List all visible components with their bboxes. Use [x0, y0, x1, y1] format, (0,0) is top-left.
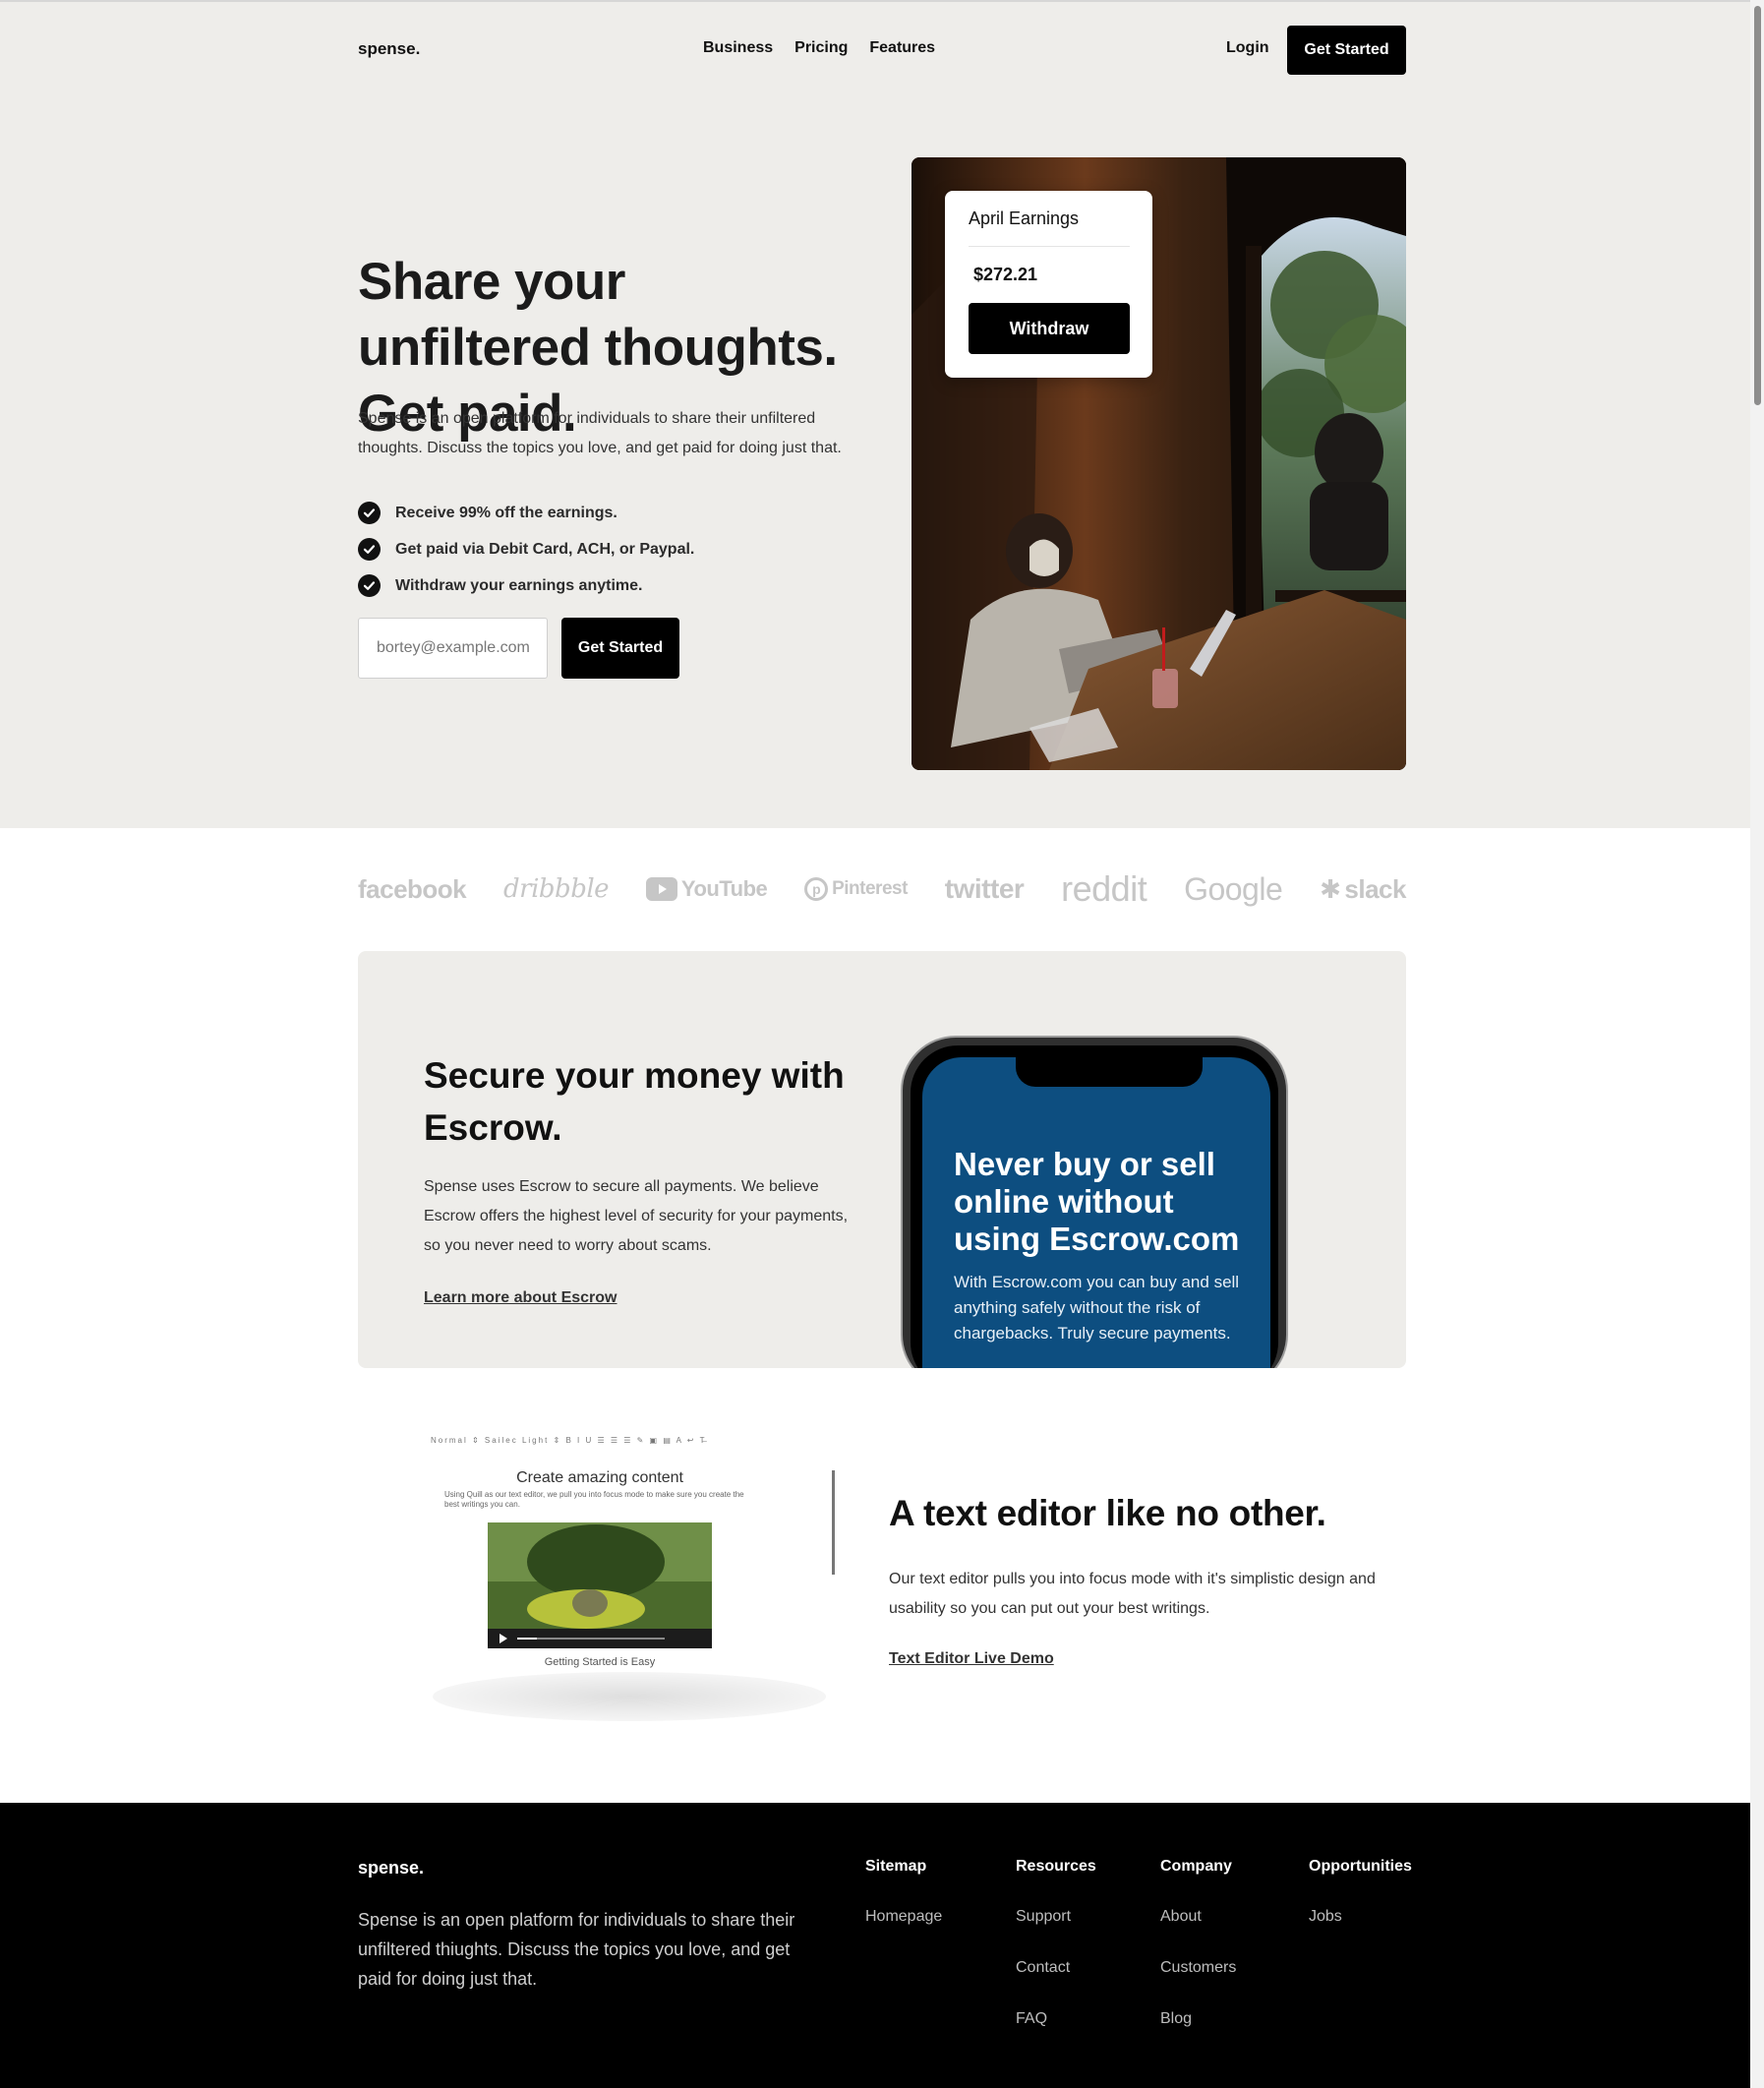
- pinterest-logo: p Pinterest: [804, 877, 908, 901]
- nav-get-started-button[interactable]: Get Started: [1287, 26, 1406, 75]
- feature-item: Withdraw your earnings anytime.: [358, 567, 694, 604]
- scrollbar-thumb[interactable]: [1754, 6, 1761, 405]
- footer-column-opportunities: Opportunities Jobs: [1309, 1858, 1412, 1958]
- divider: [969, 246, 1130, 247]
- editor-preview-caption: Getting Started is Easy: [544, 1656, 656, 1668]
- phone-body-text: With Escrow.com you can buy and sell any…: [954, 1273, 1240, 1342]
- twitter-logo: twitter: [945, 873, 1025, 905]
- feature-text: Get paid via Debit Card, ACH, or Paypal.: [395, 540, 695, 558]
- phone-screen: Never buy or sell online without using E…: [922, 1057, 1270, 1368]
- footer-link-faq[interactable]: FAQ: [1016, 2009, 1096, 2029]
- earnings-title: April Earnings: [969, 209, 1080, 228]
- editor-preview-heading: Create amazing content: [516, 1469, 683, 1486]
- footer-column-resources: Resources Support Contact FAQ: [1016, 1858, 1096, 2060]
- youtube-logo-text: YouTube: [680, 876, 768, 901]
- footer-link-jobs[interactable]: Jobs: [1309, 1907, 1412, 1927]
- text-cursor: [832, 1470, 835, 1575]
- reddit-logo: reddit: [1061, 868, 1147, 910]
- check-circle-icon: [358, 538, 381, 561]
- footer: spense. Spense is an open platform for i…: [0, 1803, 1750, 2088]
- footer-column-title: Resources: [1016, 1858, 1096, 1875]
- video-scene: [488, 1522, 712, 1648]
- footer-link-blog[interactable]: Blog: [1160, 2009, 1236, 2029]
- editor-video-thumbnail: [488, 1522, 712, 1648]
- youtube-logo: YouTube: [645, 876, 768, 902]
- footer-link-customers[interactable]: Customers: [1160, 1958, 1236, 1978]
- escrow-section: Secure your money with Escrow. Spense us…: [358, 951, 1406, 1368]
- check-circle-icon: [358, 574, 381, 597]
- feature-item: Receive 99% off the earnings.: [358, 495, 694, 531]
- facebook-logo: facebook: [358, 873, 467, 905]
- nav-link-business[interactable]: Business: [703, 39, 773, 57]
- page-scrollbar[interactable]: [1750, 0, 1764, 2088]
- hero-get-started-button[interactable]: Get Started: [561, 618, 679, 679]
- footer-link-contact[interactable]: Contact: [1016, 1958, 1096, 1978]
- text-editor-title: A text editor like no other.: [889, 1493, 1326, 1533]
- feature-list: Receive 99% off the earnings. Get paid v…: [358, 495, 694, 604]
- editor-preview-subtext: Using Quill as our text editor, we pull …: [444, 1490, 744, 1509]
- check-circle-icon: [358, 502, 381, 524]
- escrow-title: Secure your money with Escrow.: [424, 1055, 845, 1148]
- pinterest-icon: p: [804, 877, 829, 901]
- phone-headline: Never buy or sell online without using E…: [954, 1146, 1240, 1257]
- feature-text: Receive 99% off the earnings.: [395, 504, 617, 521]
- slack-logo: ✱ slack: [1320, 874, 1406, 905]
- escrow-description: Spense uses Escrow to secure all payment…: [424, 1178, 849, 1254]
- slack-icon: ✱: [1320, 873, 1341, 904]
- reddit-logo-text: reddit: [1061, 868, 1147, 909]
- login-link[interactable]: Login: [1226, 39, 1269, 57]
- footer-column-company: Company About Customers Blog: [1160, 1858, 1236, 2060]
- earnings-card: April Earnings $272.21 Withdraw: [945, 191, 1152, 378]
- text-editor-demo-link[interactable]: Text Editor Live Demo: [889, 1650, 1054, 1668]
- learn-more-escrow-link[interactable]: Learn more about Escrow: [424, 1289, 617, 1307]
- earnings-amount: $272.21: [973, 265, 1038, 284]
- editor-preview: Normal ⇕ Sailec Light ⇕ B I U ☰ ☰ ☰ ✎ ▣ …: [423, 1432, 836, 1690]
- footer-link-support[interactable]: Support: [1016, 1907, 1096, 1927]
- page: spense. Business Pricing Features Login …: [0, 0, 1764, 2088]
- pinterest-logo-text: Pinterest: [832, 878, 908, 899]
- slack-logo-text: slack: [1344, 873, 1406, 904]
- nav-link-features[interactable]: Features: [869, 39, 935, 57]
- top-nav: spense. Business Pricing Features Login …: [358, 26, 1406, 75]
- hero-description: Spense is an open platform for individua…: [358, 410, 842, 456]
- facebook-logo-text: facebook: [358, 873, 467, 904]
- footer-description: Spense is an open platform for individua…: [358, 1910, 795, 1989]
- footer-link-homepage[interactable]: Homepage: [865, 1907, 942, 1927]
- nav-links: Business Pricing Features: [703, 39, 935, 57]
- text-editor-description: Our text editor pulls you into focus mod…: [889, 1571, 1376, 1617]
- dribbble-logo: dribbble: [503, 874, 610, 904]
- footer-column-title: Company: [1160, 1858, 1232, 1875]
- editor-toolbar: Normal ⇕ Sailec Light ⇕ B I U ☰ ☰ ☰ ✎ ▣ …: [431, 1436, 707, 1445]
- email-input[interactable]: [358, 618, 548, 679]
- dribbble-logo-text: dribbble: [503, 874, 610, 904]
- feature-text: Withdraw your earnings anytime.: [395, 576, 643, 594]
- google-logo: Google: [1184, 870, 1283, 908]
- play-icon: [645, 877, 677, 901]
- phone-mockup: Never buy or sell online without using E…: [901, 1036, 1288, 1368]
- footer-column-sitemap: Sitemap Homepage: [865, 1858, 942, 1958]
- footer-column-title: Opportunities: [1309, 1858, 1412, 1875]
- phone-notch: [1016, 1057, 1203, 1087]
- footer-link-about[interactable]: About: [1160, 1907, 1236, 1927]
- feature-item: Get paid via Debit Card, ACH, or Paypal.: [358, 531, 694, 567]
- footer-column-title: Sitemap: [865, 1858, 927, 1875]
- hero-section: [0, 0, 1750, 828]
- footer-logo[interactable]: spense.: [358, 1858, 424, 1879]
- google-logo-text: Google: [1184, 870, 1283, 907]
- logo[interactable]: spense.: [358, 39, 420, 59]
- withdraw-button[interactable]: Withdraw: [969, 303, 1130, 354]
- twitter-logo-text: twitter: [944, 873, 1025, 904]
- nav-link-pricing[interactable]: Pricing: [794, 39, 848, 57]
- partner-logos: facebook dribbble YouTube p Pinterest tw…: [358, 868, 1406, 910]
